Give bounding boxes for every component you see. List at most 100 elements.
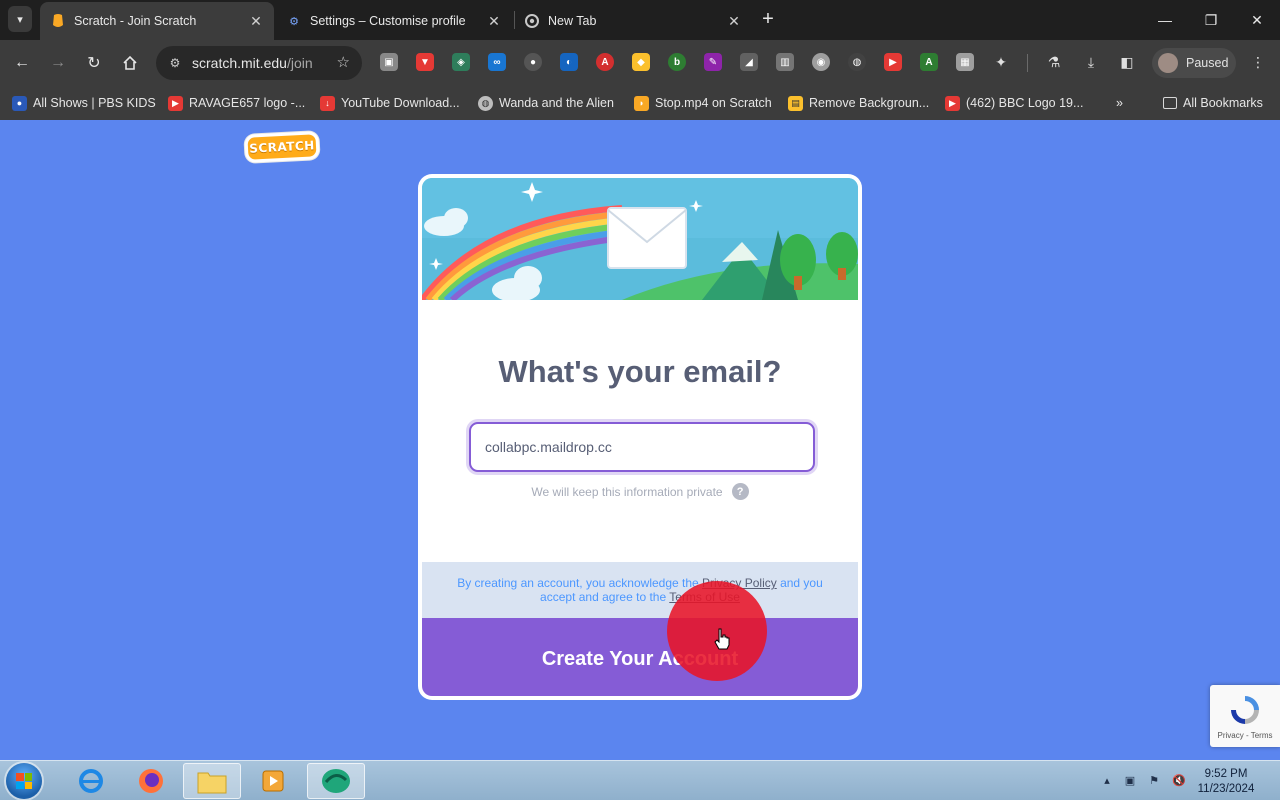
bookmark-stop-mp4[interactable]: ◗ Stop.mp4 on Scratch — [634, 93, 772, 113]
profile-status-label: Paused — [1186, 56, 1229, 70]
extension-icon[interactable]: ◆ — [632, 53, 650, 71]
privacy-note-text: We will keep this information private — [531, 484, 723, 499]
minimize-button[interactable]: — — [1142, 0, 1188, 40]
download-icon[interactable]: ⤓ — [1081, 52, 1101, 72]
tab-title: Scratch - Join Scratch — [74, 14, 197, 28]
home-icon — [123, 55, 137, 70]
volume-muted-icon[interactable]: 🔇 — [1170, 771, 1188, 789]
tab-new-tab[interactable]: New Tab ✕ — [514, 2, 752, 40]
scratch-cat-icon — [50, 13, 66, 29]
tab-settings[interactable]: ⚙ Settings – Customise profile ✕ — [276, 2, 512, 40]
extension-icon[interactable]: ▣ — [380, 53, 398, 71]
bookmark-youtube-download[interactable]: ↓ YouTube Download... — [320, 93, 460, 113]
email-input[interactable] — [469, 422, 815, 472]
globe-icon: ◍ — [478, 95, 493, 111]
extension-icon[interactable]: ◢ — [740, 53, 758, 71]
taskbar-file-explorer[interactable] — [183, 763, 241, 799]
folder-icon — [197, 772, 227, 794]
help-symbol: ? — [736, 485, 744, 498]
address-bar[interactable]: ⚙ scratch.mit.edu/join ☆ — [156, 46, 362, 80]
bookmarks-overflow-button[interactable]: » — [1116, 93, 1123, 113]
bookmark-label: Wanda and the Alien — [499, 96, 614, 110]
tab-scratch-join[interactable]: Scratch - Join Scratch ✕ — [40, 2, 274, 40]
profile-button[interactable]: Paused — [1152, 48, 1236, 78]
windows-taskbar: ▴ ▣ ⚑ 🔇 9:52 PM 11/23/2024 — [0, 760, 1280, 800]
reload-button[interactable]: ↻ — [82, 51, 106, 75]
chrome-icon — [524, 13, 540, 29]
taskbar-media-player[interactable] — [244, 763, 302, 799]
tab-search-button[interactable]: ▾ — [8, 6, 32, 32]
restore-button[interactable]: ❐ — [1188, 0, 1234, 40]
arrow-right-icon: → — [50, 54, 66, 71]
internet-explorer-icon — [79, 769, 103, 793]
close-tab-icon[interactable]: ✕ — [486, 13, 502, 29]
side-panel-icon[interactable]: ◧ — [1117, 52, 1137, 72]
tab-strip: ▾ Scratch - Join Scratch ✕ ⚙ Settings – … — [0, 0, 1280, 40]
close-window-button[interactable]: ✕ — [1234, 0, 1280, 40]
avatar — [1158, 53, 1178, 73]
extension-icon[interactable]: ● — [524, 53, 542, 71]
scratch-logo[interactable]: SCRATCH — [244, 131, 320, 163]
create-account-button[interactable]: Create Your Account — [422, 618, 858, 696]
taskbar-internet-explorer[interactable] — [62, 763, 120, 799]
system-clock[interactable]: 9:52 PM 11/23/2024 — [1196, 767, 1256, 797]
clock-date: 11/23/2024 — [1197, 783, 1255, 795]
extension-icon[interactable]: ◍ — [848, 53, 866, 71]
bookmark-remove-background[interactable]: ▤ Remove Backgroun... — [788, 93, 929, 113]
hand-cursor-icon — [714, 628, 730, 650]
extension-icon[interactable]: ◉ — [812, 53, 830, 71]
browser-app-icon — [322, 769, 350, 793]
bookmark-bbc-logo[interactable]: ▶ (462) BBC Logo 19... — [945, 93, 1083, 113]
bookmark-label: Remove Backgroun... — [809, 96, 930, 110]
labs-flask-icon[interactable]: ⚗ — [1044, 52, 1064, 72]
youtube-icon: ▶ — [945, 95, 960, 111]
recaptcha-links: Privacy - Terms — [1217, 731, 1273, 740]
extension-icon[interactable]: A — [596, 53, 614, 71]
bookmark-star-icon[interactable]: ☆ — [337, 53, 350, 71]
home-button[interactable] — [118, 51, 142, 75]
action-center-flag-icon[interactable]: ⚑ — [1145, 771, 1163, 789]
site-info-icon[interactable]: ⚙ — [166, 56, 184, 70]
join-modal: What's your email? We will keep this inf… — [418, 174, 862, 700]
remove-bg-icon: ▤ — [788, 95, 803, 111]
bookmark-wanda-alien[interactable]: ◍ Wanda and the Alien — [478, 93, 614, 113]
new-tab-button[interactable]: + — [758, 9, 778, 29]
extension-icon[interactable]: ▶ — [884, 53, 902, 71]
bookmark-pbs-kids[interactable]: ● All Shows | PBS KIDS — [12, 93, 156, 113]
bookmark-label: All Shows | PBS KIDS — [33, 96, 156, 110]
extension-icon[interactable]: ◈ — [452, 53, 470, 71]
tray-overflow-icon[interactable]: ▴ — [1098, 771, 1116, 789]
extension-icon[interactable]: A — [920, 53, 938, 71]
url-text: scratch.mit.edu/join — [192, 55, 313, 71]
terms-notice: By creating an account, you acknowledge … — [422, 562, 858, 618]
extension-icon[interactable]: ∞ — [488, 53, 506, 71]
taskbar-chrome-window[interactable] — [307, 763, 365, 799]
recaptcha-badge[interactable]: Privacy - Terms — [1210, 685, 1280, 747]
reload-icon: ↻ — [87, 55, 101, 72]
extensions-puzzle-icon[interactable]: ✦ — [991, 52, 1011, 72]
menu-kebab-icon[interactable]: ⋮ — [1248, 52, 1268, 72]
start-button[interactable] — [6, 763, 42, 799]
scratch-cat-icon: ◗ — [634, 95, 649, 111]
close-tab-icon[interactable]: ✕ — [726, 13, 742, 29]
back-button[interactable]: ← — [10, 51, 34, 75]
forward-button[interactable]: → — [46, 51, 70, 75]
bookmark-ravage-logo[interactable]: ▶ RAVAGE657 logo -... — [168, 93, 305, 113]
bookmark-all-bookmarks[interactable]: All Bookmarks — [1163, 93, 1263, 113]
extension-icon[interactable]: ✎ — [704, 53, 722, 71]
extension-icon[interactable]: b — [668, 53, 686, 71]
extension-icon[interactable]: ◐ — [560, 53, 578, 71]
privacy-note: We will keep this information private ? — [422, 483, 858, 500]
bookmark-label: Stop.mp4 on Scratch — [655, 96, 772, 110]
tab-title: New Tab — [548, 14, 597, 28]
taskbar-firefox[interactable] — [122, 763, 180, 799]
extension-icon[interactable]: ▦ — [956, 53, 974, 71]
extension-icon[interactable]: ▼ — [416, 53, 434, 71]
help-question-icon[interactable]: ? — [731, 483, 749, 500]
youtube-icon: ▶ — [168, 95, 183, 111]
network-icon[interactable]: ▣ — [1121, 771, 1139, 789]
extension-icon[interactable]: ▥ — [776, 53, 794, 71]
close-tab-icon[interactable]: ✕ — [248, 13, 264, 29]
clock-time: 9:52 PM — [1204, 768, 1248, 780]
arrow-left-icon: ← — [14, 54, 30, 71]
